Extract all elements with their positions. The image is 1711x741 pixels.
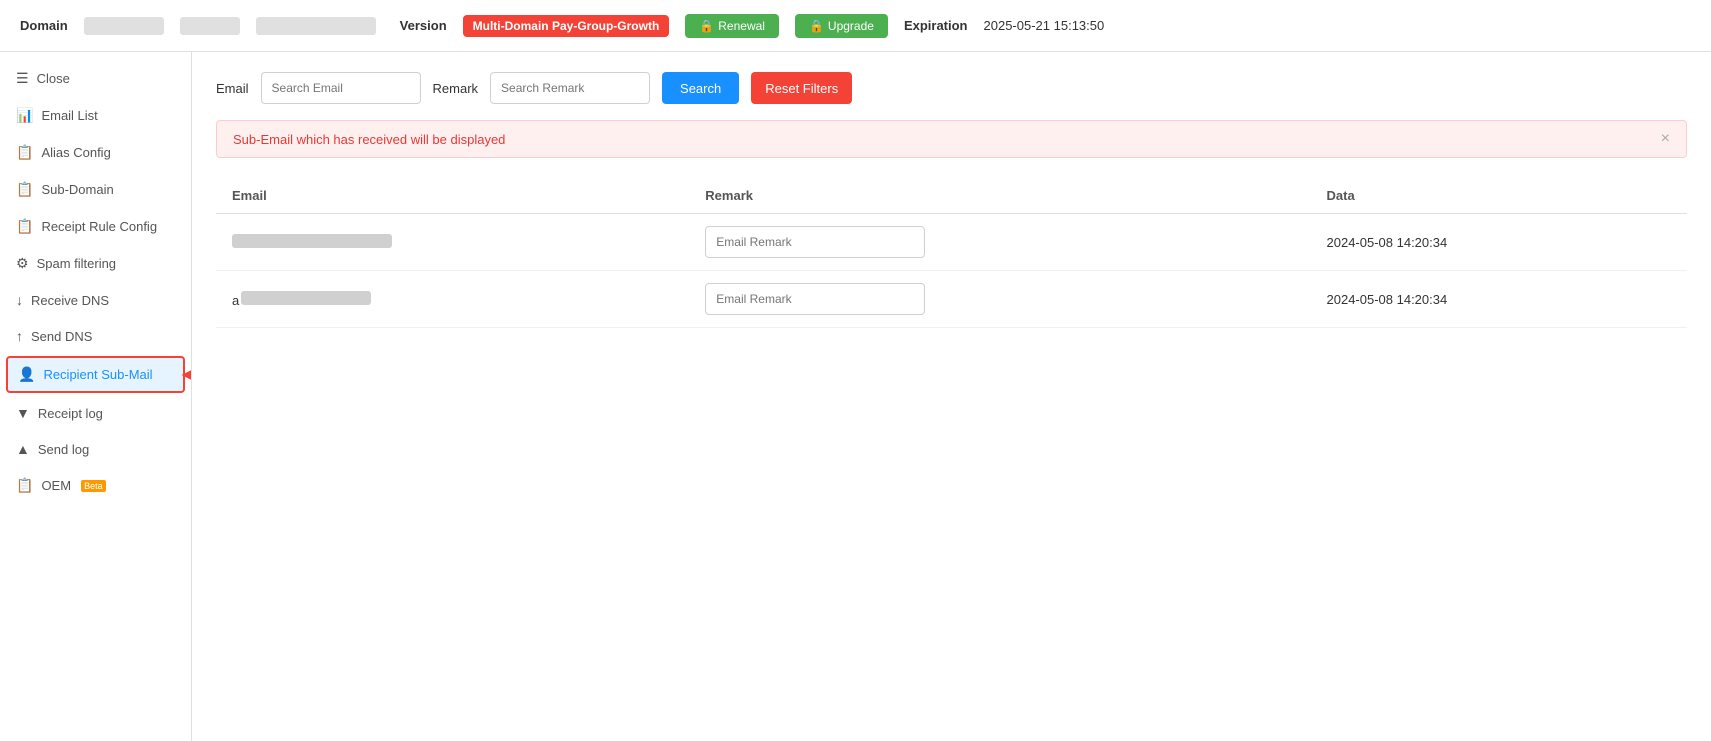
- user-icon: 👤: [18, 366, 35, 383]
- lock-icon-upgrade: 🔒: [809, 19, 824, 33]
- sidebar-item-label: Receipt Rule Config: [41, 219, 157, 234]
- arrow-down-icon: ↓: [16, 292, 23, 308]
- alert-close-button[interactable]: ×: [1661, 131, 1670, 147]
- col-email: Email: [216, 178, 689, 214]
- sidebar-item-alias-config[interactable]: 📋 Alias Config: [0, 134, 191, 171]
- sidebar-item-email-list[interactable]: 📊 Email List: [0, 97, 191, 134]
- table-cell-email: [216, 214, 689, 271]
- email-prefix: a: [232, 293, 239, 308]
- sidebar-item-label: Receive DNS: [31, 293, 109, 308]
- table-header: Email Remark Data: [216, 178, 1687, 214]
- table-body: 2024-05-08 14:20:34 a 2024-05-08 14:20:3…: [216, 214, 1687, 328]
- sidebar-item-label: Recipient Sub-Mail: [43, 367, 152, 382]
- domain-value-2: [180, 17, 240, 35]
- domain-value-1: [84, 17, 164, 35]
- sidebar-item-label: Close: [37, 71, 70, 86]
- version-badge: Multi-Domain Pay-Group-Growth: [463, 15, 670, 37]
- triangle-down-icon: ▼: [16, 405, 30, 421]
- remark-input-2[interactable]: [705, 283, 925, 315]
- sidebar-item-spam[interactable]: ⚙ Spam filtering: [0, 245, 191, 282]
- sidebar: ☰ Close 📊 Email List 📋 Alias Config 📋 Su…: [0, 52, 192, 741]
- data-table: Email Remark Data 2024-05-08 14:20:34: [216, 178, 1687, 328]
- sidebar-item-recipient-sub-mail[interactable]: 👤 Recipient Sub-Mail: [6, 356, 185, 393]
- sidebar-item-label: OEM: [41, 478, 71, 493]
- lock-icon: 🔒: [699, 19, 714, 33]
- filter-bar: Email Remark Search Reset Filters: [216, 72, 1687, 104]
- alert-banner: Sub-Email which has received will be dis…: [216, 120, 1687, 158]
- expiration-value: 2025-05-21 15:13:50: [984, 18, 1105, 33]
- search-email-input[interactable]: [261, 72, 421, 104]
- remark-input-1[interactable]: [705, 226, 925, 258]
- col-remark: Remark: [689, 178, 1310, 214]
- sidebar-item-label: Send DNS: [31, 329, 92, 344]
- table-row: 2024-05-08 14:20:34: [216, 214, 1687, 271]
- table-row: a 2024-05-08 14:20:34: [216, 271, 1687, 328]
- search-button[interactable]: Search: [662, 72, 739, 104]
- gear-icon-spam: ⚙: [16, 255, 29, 272]
- search-remark-input[interactable]: [490, 72, 650, 104]
- top-header: Domain Version Multi-Domain Pay-Group-Gr…: [0, 0, 1711, 52]
- beta-badge: Beta: [81, 480, 106, 492]
- sidebar-item-receipt-rule[interactable]: 📋 Receipt Rule Config: [0, 208, 191, 245]
- table-cell-date: 2024-05-08 14:20:34: [1311, 271, 1688, 328]
- sidebar-item-send-log[interactable]: ▲ Send log: [0, 431, 191, 467]
- email-placeholder-2: [241, 291, 371, 305]
- table-cell-email: a: [216, 271, 689, 328]
- col-data: Data: [1311, 178, 1688, 214]
- bars-icon: ☰: [16, 70, 29, 87]
- copy-icon-oem: 📋: [16, 477, 33, 494]
- sidebar-item-label: Sub-Domain: [41, 182, 113, 197]
- sidebar-item-receive-dns[interactable]: ↓ Receive DNS: [0, 282, 191, 318]
- domain-value-3: [256, 17, 376, 35]
- arrow-up-icon: ↑: [16, 328, 23, 344]
- main-container: ☰ Close 📊 Email List 📋 Alias Config 📋 Su…: [0, 52, 1711, 741]
- copy-icon-receipt: 📋: [16, 218, 33, 235]
- sidebar-item-label: Spam filtering: [37, 256, 116, 271]
- email-placeholder-1: [232, 234, 392, 248]
- upgrade-button[interactable]: 🔒 Upgrade: [795, 14, 888, 38]
- chart-icon: 📊: [16, 107, 33, 124]
- version-label: Version: [400, 18, 447, 33]
- sidebar-item-label: Send log: [38, 442, 89, 457]
- sidebar-item-sub-domain[interactable]: 📋 Sub-Domain: [0, 171, 191, 208]
- copy-icon-alias: 📋: [16, 144, 33, 161]
- table-cell-remark: [689, 214, 1310, 271]
- alert-message: Sub-Email which has received will be dis…: [233, 132, 505, 147]
- sidebar-item-label: Alias Config: [41, 145, 110, 160]
- domain-label: Domain: [20, 18, 68, 33]
- remark-filter-label: Remark: [433, 81, 479, 96]
- content-area: Email Remark Search Reset Filters Sub-Em…: [192, 52, 1711, 741]
- copy-icon-subdomain: 📋: [16, 181, 33, 198]
- red-arrow-indicator: [181, 360, 192, 390]
- expiration-label: Expiration: [904, 18, 968, 33]
- sidebar-item-label: Receipt log: [38, 406, 103, 421]
- active-item-wrapper: 👤 Recipient Sub-Mail: [0, 356, 191, 393]
- table-cell-date: 2024-05-08 14:20:34: [1311, 214, 1688, 271]
- sidebar-item-oem[interactable]: 📋 OEM Beta: [0, 467, 191, 504]
- sidebar-item-receipt-log[interactable]: ▼ Receipt log: [0, 395, 191, 431]
- sidebar-item-close[interactable]: ☰ Close: [0, 60, 191, 97]
- sidebar-item-label: Email List: [41, 108, 97, 123]
- reset-filters-button[interactable]: Reset Filters: [751, 72, 852, 104]
- email-filter-label: Email: [216, 81, 249, 96]
- renewal-button[interactable]: 🔒 Renewal: [685, 14, 779, 38]
- table-cell-remark: [689, 271, 1310, 328]
- sidebar-item-send-dns[interactable]: ↑ Send DNS: [0, 318, 191, 354]
- triangle-up-icon: ▲: [16, 441, 30, 457]
